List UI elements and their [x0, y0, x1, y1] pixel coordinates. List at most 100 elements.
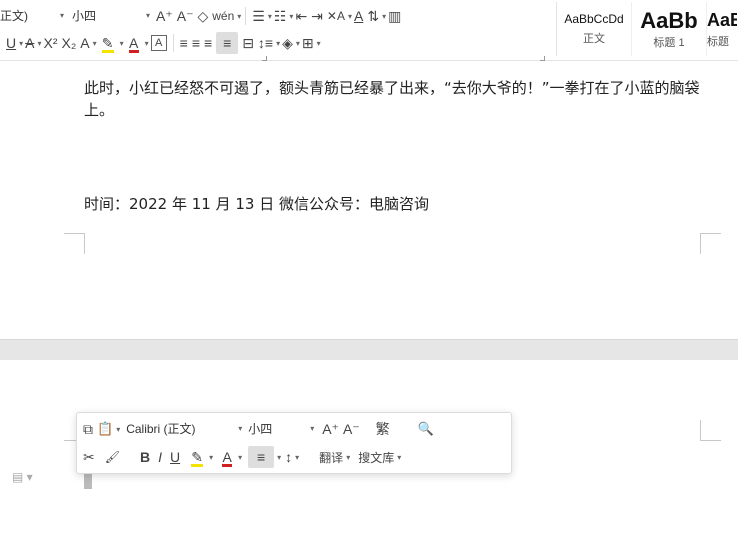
chevron-down-icon[interactable]: ▾	[209, 453, 213, 462]
align-left-icon[interactable]: ≡	[180, 32, 188, 54]
chevron-down-icon[interactable]: ▾	[277, 453, 281, 462]
align-right-icon[interactable]: ≡	[204, 32, 212, 54]
font-color-swatch	[222, 464, 233, 467]
chevron-down-icon: ▾	[310, 424, 315, 433]
text-direction-icon[interactable]: ✕A	[327, 5, 345, 27]
increase-indent-icon[interactable]: ⇥	[311, 5, 323, 27]
mini-size-select[interactable]: 小四 ▾	[248, 419, 314, 440]
copy-icon[interactable]: ⧉	[83, 418, 93, 440]
chevron-down-icon[interactable]: ▾	[317, 39, 321, 48]
char-border-icon[interactable]: A	[150, 35, 167, 51]
chevron-down-icon[interactable]: ▾	[296, 39, 300, 48]
font-color-glyph: A	[128, 35, 139, 51]
chevron-down-icon: ▾	[238, 424, 243, 433]
font-color-swatch	[128, 50, 139, 53]
style-normal[interactable]: AaBbCcDd 正文	[557, 2, 632, 56]
style-preview: AaB	[707, 9, 737, 30]
chevron-down-icon[interactable]: ▾	[348, 12, 352, 21]
style-preview: AaBbCcDd	[564, 12, 624, 26]
chevron-down-icon: ▾	[59, 11, 64, 20]
highlight-color-swatch	[191, 464, 204, 467]
chevron-down-icon[interactable]: ▾	[116, 425, 120, 434]
chevron-down-icon[interactable]: ▾	[295, 453, 299, 462]
style-preview: AaBb	[640, 8, 698, 33]
style-name: 标题	[707, 35, 729, 48]
borders-icon[interactable]: ⊞	[302, 32, 314, 54]
align-center-icon[interactable]: ≡	[192, 32, 200, 54]
shrink-font-icon[interactable]: A⁻	[177, 5, 194, 27]
chevron-down-icon[interactable]: ▾	[237, 12, 241, 21]
chevron-down-icon[interactable]: ▾	[120, 39, 124, 48]
style-select[interactable]: 正文) ▾	[0, 6, 64, 27]
bullet-list-icon[interactable]: ☰	[252, 5, 265, 27]
shading-icon[interactable]: ◈	[282, 32, 293, 54]
style-select-value: 正文)	[0, 9, 28, 23]
format-painter-icon[interactable]: 🖌	[105, 446, 120, 468]
align-icon[interactable]: ≡	[248, 446, 275, 468]
underline-icon[interactable]: U	[170, 446, 180, 468]
body-paragraph[interactable]: 此时，小红已经怒不可遏了，额头青筋已经暴了出来，“去你大爷的！”一拳打在了小蓝的…	[84, 77, 704, 121]
chevron-down-icon[interactable]: ▾	[37, 39, 41, 48]
ruler-icon[interactable]: ▥	[388, 5, 401, 27]
document-page: 此时，小红已经怒不可遏了，额头青筋已经暴了出来，“去你大爷的！”一拳打在了小蓝的…	[0, 61, 738, 340]
mini-font-select[interactable]: Calibri (正文) ▾	[126, 419, 242, 440]
numbered-list-icon[interactable]: ☷	[274, 5, 287, 27]
italic-icon[interactable]: I	[158, 446, 162, 468]
font-color-icon[interactable]: A	[126, 32, 142, 54]
text-effect-icon[interactable]: A	[80, 32, 89, 54]
chevron-down-icon[interactable]: ▾	[145, 39, 149, 48]
search-library-button[interactable]: 搜文库	[358, 446, 394, 468]
chevron-down-icon[interactable]: ▾	[268, 12, 272, 21]
chevron-down-icon: ▾	[145, 11, 150, 20]
char-shading-icon[interactable]: A	[354, 5, 363, 27]
convert-chinese-icon[interactable]: 繁	[376, 418, 390, 440]
font-size-value: 小四	[72, 9, 97, 23]
margin-corner-mark	[64, 233, 85, 254]
chevron-down-icon[interactable]: ▾	[93, 39, 97, 48]
chevron-down-icon[interactable]: ▾	[346, 453, 350, 462]
clear-format-icon[interactable]: ◇	[197, 5, 208, 27]
paste-icon[interactable]: 📋	[97, 418, 113, 440]
shrink-font-icon[interactable]: A⁻	[343, 418, 360, 440]
chevron-down-icon[interactable]: ▾	[397, 453, 401, 462]
divider	[172, 34, 174, 52]
search-library-icon[interactable]: 🔍	[418, 418, 434, 440]
superscript-icon[interactable]: X²	[44, 32, 58, 54]
grow-font-icon[interactable]: A⁺	[156, 5, 173, 27]
chevron-down-icon[interactable]: ▾	[276, 39, 280, 48]
distributed-icon[interactable]: ⊟	[242, 32, 254, 54]
strikethrough-icon[interactable]: A	[25, 32, 34, 54]
underline-icon[interactable]: U	[6, 32, 16, 54]
toolbar-row-1: 正文) ▾ 小四 ▾ A⁺ A⁻ ◇ wén ▾ ☰ ▾ ☷ ▾ ⇤ ⇥ ✕A ▾ A…	[0, 3, 403, 29]
chevron-down-icon[interactable]: ▾	[19, 39, 23, 48]
font-color-icon[interactable]: A	[219, 446, 235, 468]
line-spacing-icon[interactable]: ↕≡	[258, 32, 273, 54]
grow-font-icon[interactable]: A⁺	[322, 418, 339, 440]
style-heading-1[interactable]: AaBb 标题 1	[632, 2, 707, 56]
translate-button[interactable]: 翻译	[319, 446, 343, 468]
phonetic-icon[interactable]: wén	[212, 5, 234, 27]
cut-icon[interactable]: ✂	[83, 446, 95, 468]
highlight-icon[interactable]: ✎	[188, 446, 206, 468]
date-line[interactable]: 时间：2022 年 11 月 13 日 微信公众号：电脑咨询	[84, 193, 429, 214]
ribbon-toolbar: 正文) ▾ 小四 ▾ A⁺ A⁻ ◇ wén ▾ ☰ ▾ ☷ ▾ ⇤ ⇥ ✕A ▾ A…	[0, 0, 738, 61]
font-size-select[interactable]: 小四 ▾	[72, 6, 150, 27]
style-name: 标题 1	[653, 37, 685, 49]
bold-icon[interactable]: B	[140, 446, 150, 468]
style-gallery: AaBbCcDd 正文 AaBb 标题 1 AaB 标题	[556, 2, 737, 56]
style-heading-2[interactable]: AaB 标题	[707, 2, 737, 56]
line-spacing-icon[interactable]: ↕	[285, 446, 292, 468]
chevron-down-icon[interactable]: ▾	[289, 12, 293, 21]
subscript-icon[interactable]: X₂	[62, 32, 77, 54]
chevron-down-icon[interactable]: ▾	[238, 453, 242, 462]
justify-icon[interactable]: ≡	[216, 32, 239, 54]
page-options-icon[interactable]: ▤ ▾	[12, 470, 33, 484]
highlight-icon[interactable]: ✎	[99, 32, 117, 54]
mini-size-value: 小四	[248, 422, 273, 436]
mini-toolbar-row-2: ✂ 🖌 B I U ✎ ▾ A ▾ ≡ ▾ ↕ ▾ 翻译 ▾ 搜文库 ▾	[81, 443, 401, 471]
page-gap	[0, 340, 738, 360]
sort-icon[interactable]: ⇅	[367, 5, 379, 27]
chevron-down-icon[interactable]: ▾	[382, 12, 386, 21]
decrease-indent-icon[interactable]: ⇤	[295, 5, 307, 27]
style-name: 正文	[583, 33, 605, 45]
